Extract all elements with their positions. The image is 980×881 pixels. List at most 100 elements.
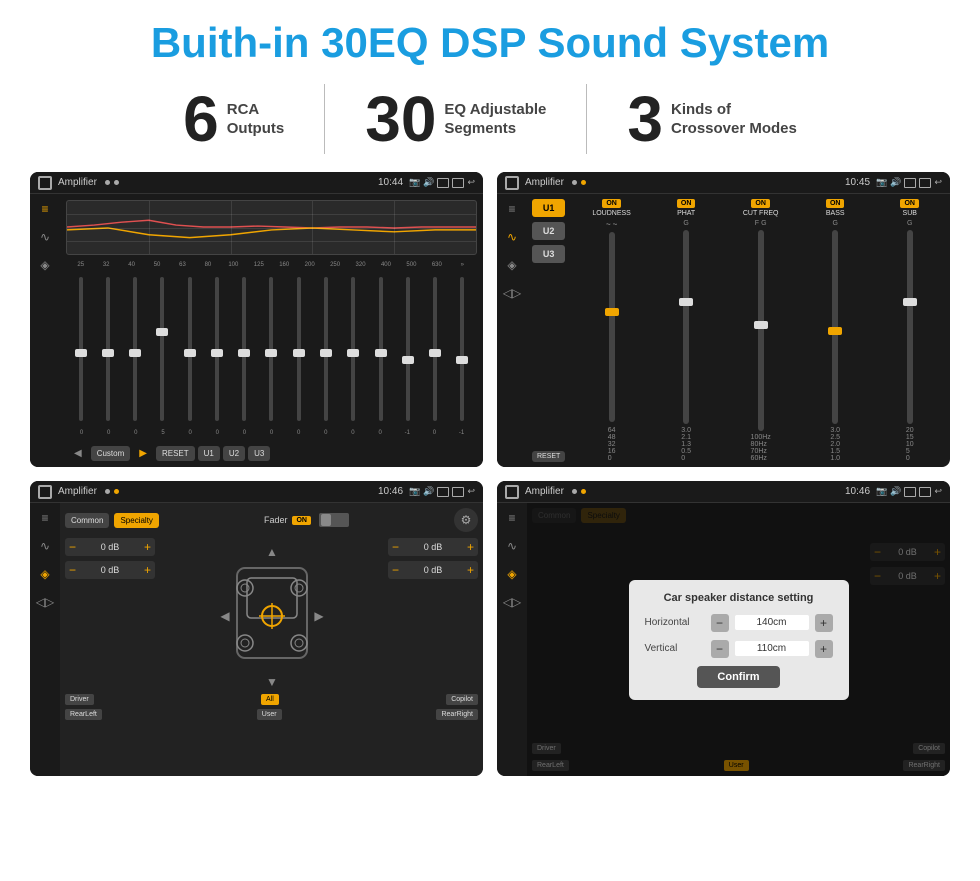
dialog-sidebar-eq-icon[interactable]: ≡ xyxy=(508,511,515,525)
fader-plus-2[interactable]: + xyxy=(144,563,151,577)
fader-sidebar-wave-icon[interactable]: ∿ xyxy=(40,539,50,553)
crossover-main-layout: U1 U2 U3 RESET ON LOUDNESS xyxy=(527,194,950,467)
eq-custom-button[interactable]: Custom xyxy=(91,446,131,461)
dialog-sidebar-vol-icon[interactable]: ◁▷ xyxy=(503,595,521,609)
dialog-status-time: 10:46 xyxy=(845,486,870,497)
dialog-horizontal-minus[interactable]: − xyxy=(711,614,729,632)
crossover-sidebar-eq-icon[interactable]: ≡ xyxy=(508,202,515,216)
eq-track-14[interactable] xyxy=(433,277,437,421)
rearright-button[interactable]: RearRight xyxy=(436,709,478,720)
channel-bass: ON BASS G 3.02.52.01.51.0 xyxy=(800,199,871,462)
fader-main: Common Specialty Fader ON ⚙ xyxy=(60,503,483,776)
channel-sub: ON SUB G 20151050 xyxy=(874,199,945,462)
eq-track-4[interactable] xyxy=(160,277,164,421)
eq-sidebar-speaker-icon[interactable]: ◈ xyxy=(40,258,49,272)
eq-track-8[interactable] xyxy=(269,277,273,421)
status-dot-2 xyxy=(114,180,119,185)
driver-button[interactable]: Driver xyxy=(65,694,94,705)
eq-track-11[interactable] xyxy=(351,277,355,421)
dialog-back-icon[interactable]: ↩ xyxy=(934,486,942,497)
freq-25: 25 xyxy=(68,262,93,268)
specialty-button[interactable]: Specialty xyxy=(114,513,158,528)
fader-slider[interactable] xyxy=(319,513,349,527)
eq-screen-title: Amplifier xyxy=(58,177,97,188)
all-button[interactable]: All xyxy=(261,694,279,705)
eq-track-7[interactable] xyxy=(242,277,246,421)
fader-plus-3[interactable]: + xyxy=(467,540,474,554)
eq-sidebar-eq-icon[interactable]: ≡ xyxy=(41,202,48,216)
confirm-button[interactable]: Confirm xyxy=(697,666,779,688)
fader-minus-1[interactable]: − xyxy=(69,540,76,554)
common-button[interactable]: Common xyxy=(65,513,109,528)
svg-text:▶: ▶ xyxy=(314,609,324,623)
sub-slider[interactable] xyxy=(907,230,913,424)
fader-plus-1[interactable]: + xyxy=(144,540,151,554)
fader-db-val-4: 0 dB xyxy=(402,565,464,575)
crossover-screen-title: Amplifier xyxy=(525,177,564,188)
bass-slider[interactable] xyxy=(832,230,838,424)
eq-track-1[interactable] xyxy=(79,277,83,421)
eq-track-5[interactable] xyxy=(188,277,192,421)
eq-u3-button[interactable]: U3 xyxy=(248,446,270,461)
crossover-u1-button[interactable]: U1 xyxy=(532,199,565,217)
eq-prev-button[interactable]: ◀ xyxy=(68,445,88,462)
fader-sidebar-eq-icon[interactable]: ≡ xyxy=(41,511,48,525)
dialog-vertical-plus[interactable]: + xyxy=(815,640,833,658)
rearleft-button[interactable]: RearLeft xyxy=(65,709,102,720)
loudness-slider[interactable] xyxy=(609,232,615,422)
stat-eq-label: EQ AdjustableSegments xyxy=(444,100,546,139)
copilot-button[interactable]: Copilot xyxy=(446,694,478,705)
more-icon[interactable]: » xyxy=(450,262,475,268)
back-icon[interactable]: ↩ xyxy=(467,177,475,188)
dialog-horizontal-plus[interactable]: + xyxy=(815,614,833,632)
crossover-sidebar-vol-icon[interactable]: ◁▷ xyxy=(503,286,521,300)
eq-u1-button[interactable]: U1 xyxy=(198,446,220,461)
page: Buith-in 30EQ DSP Sound System 6 RCAOutp… xyxy=(0,0,980,881)
eq-slider-11 xyxy=(341,277,366,424)
dialog-vertical-minus[interactable]: − xyxy=(711,640,729,658)
fader-minus-3[interactable]: − xyxy=(392,540,399,554)
eq-sidebar-wave-icon[interactable]: ∿ xyxy=(40,230,50,244)
val-4: 5 xyxy=(149,430,176,436)
crossover-u-buttons: U1 U2 U3 RESET xyxy=(532,199,565,462)
eq-play-button[interactable]: ▶ xyxy=(133,445,153,462)
crossover-u2-button[interactable]: U2 xyxy=(532,222,565,240)
freq-125: 125 xyxy=(246,262,271,268)
eq-track-2[interactable] xyxy=(106,277,110,421)
dialog-home-icon[interactable] xyxy=(505,485,519,499)
fader-minus-2[interactable]: − xyxy=(69,563,76,577)
crossover-home-icon[interactable] xyxy=(505,176,519,190)
eq-track-12[interactable] xyxy=(379,277,383,421)
user-button[interactable]: User xyxy=(257,709,282,720)
fader-minus-4[interactable]: − xyxy=(392,563,399,577)
dialog-sidebar-speaker-icon[interactable]: ◈ xyxy=(507,567,516,581)
stat-crossover-number: 3 xyxy=(627,87,663,151)
eq-track-10[interactable] xyxy=(324,277,328,421)
crossover-sidebar-wave-icon[interactable]: ∿ xyxy=(507,230,517,244)
fader-sidebar-speaker-icon[interactable]: ◈ xyxy=(40,567,49,581)
fader-plus-4[interactable]: + xyxy=(467,563,474,577)
crossover-reset-button[interactable]: RESET xyxy=(532,451,565,462)
eq-reset-button[interactable]: RESET xyxy=(156,446,195,461)
eq-u2-button[interactable]: U2 xyxy=(223,446,245,461)
crossover-sidebar-speaker-icon[interactable]: ◈ xyxy=(507,258,516,272)
fader-sidebar-vol-icon[interactable]: ◁▷ xyxy=(36,595,54,609)
eq-track-6[interactable] xyxy=(215,277,219,421)
dialog-sidebar-wave-icon[interactable]: ∿ xyxy=(507,539,517,553)
crossover-u3-button[interactable]: U3 xyxy=(532,245,565,263)
eq-slider-8 xyxy=(259,277,284,424)
crossover-back-icon[interactable]: ↩ xyxy=(934,177,942,188)
eq-track-9[interactable] xyxy=(297,277,301,421)
phat-name: PHAT xyxy=(677,210,695,217)
eq-track-15[interactable] xyxy=(460,277,464,421)
dialog-vertical-value: 110cm xyxy=(735,641,809,656)
eq-track-13[interactable] xyxy=(406,277,410,421)
fader-back-icon[interactable]: ↩ xyxy=(467,486,475,497)
fader-settings-icon[interactable]: ⚙ xyxy=(454,508,478,532)
eq-track-3[interactable] xyxy=(133,277,137,421)
phat-slider[interactable] xyxy=(683,230,689,424)
fader-home-icon[interactable] xyxy=(38,485,52,499)
cutfreq-name: CUT FREQ xyxy=(743,210,779,217)
home-icon[interactable] xyxy=(38,176,52,190)
cutfreq-slider[interactable] xyxy=(758,230,764,431)
